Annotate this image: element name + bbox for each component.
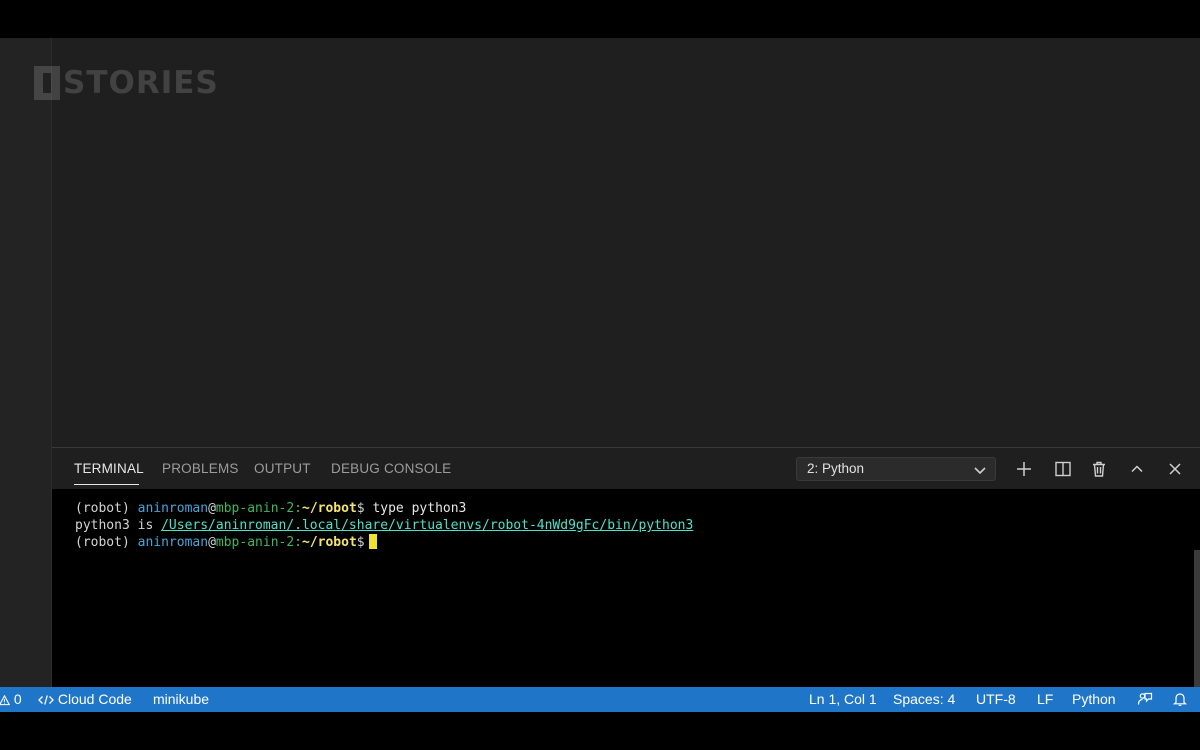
- chevron-down-icon: [974, 464, 986, 475]
- terminal-select-value: 2: Python: [807, 461, 865, 476]
- terminal-command: type python3: [372, 501, 467, 516]
- env-prefix: (robot): [75, 535, 138, 550]
- activity-bar: [0, 38, 52, 699]
- bell-icon[interactable]: [1172, 691, 1188, 708]
- tab-problems[interactable]: PROBLEMS: [162, 461, 239, 476]
- warnings-count: 0: [13, 691, 22, 707]
- terminal-scrollbar[interactable]: [1194, 550, 1200, 688]
- tab-output[interactable]: OUTPUT: [254, 461, 311, 476]
- terminal-line: (robot) aninroman@mbp-anin-2:~/robot$ ty…: [75, 500, 1200, 517]
- indentation-status[interactable]: Spaces: 4: [893, 691, 955, 707]
- output-prefix: python3 is: [75, 518, 162, 533]
- encoding-status[interactable]: UTF-8: [976, 691, 1016, 707]
- tab-terminal[interactable]: TERMINAL: [74, 461, 144, 476]
- watermark-i-box: [34, 66, 60, 100]
- eol-status[interactable]: LF: [1037, 691, 1053, 707]
- active-tab-underline: [74, 484, 139, 485]
- prompt-dollar: $: [356, 535, 365, 550]
- warnings-status[interactable]: 0: [0, 691, 22, 707]
- prompt-at: @: [208, 501, 216, 516]
- watermark-logo: STORIES: [34, 65, 219, 101]
- terminal-cursor: [368, 534, 377, 549]
- tab-debug-console[interactable]: DEBUG CONSOLE: [331, 461, 451, 476]
- code-brackets-icon: [38, 691, 58, 707]
- prompt-user: aninroman: [137, 535, 209, 550]
- status-bar: 0 Cloud Code minikube Ln 1, Col 1 Spaces…: [0, 687, 1200, 712]
- plus-icon[interactable]: [1014, 459, 1034, 479]
- cluster-status[interactable]: minikube: [153, 691, 209, 707]
- warning-icon: [0, 691, 14, 707]
- watermark-text: STORIES: [63, 65, 219, 101]
- terminal-line: python3 is /Users/aninroman/.local/share…: [75, 517, 1200, 534]
- env-prefix: (robot): [75, 501, 138, 516]
- bottom-panel: TERMINAL PROBLEMS OUTPUT DEBUG CONSOLE 2…: [52, 447, 1200, 688]
- letterbox-top: [0, 0, 1200, 38]
- prompt-path: ~/robot: [302, 535, 357, 550]
- feedback-icon[interactable]: [1137, 691, 1153, 708]
- prompt-at: @: [208, 535, 216, 550]
- split-icon[interactable]: [1053, 459, 1073, 479]
- prompt-host: mbp-anin-2:: [215, 501, 302, 516]
- chevron-up-icon[interactable]: [1127, 459, 1147, 479]
- cloud-code-status[interactable]: Cloud Code: [38, 691, 132, 707]
- terminal-line: (robot) aninroman@mbp-anin-2:~/robot$: [75, 534, 1200, 551]
- trash-icon[interactable]: [1089, 459, 1109, 479]
- language-mode[interactable]: Python: [1072, 691, 1116, 707]
- letterbox-bottom: [0, 712, 1200, 750]
- terminal-select[interactable]: 2: Python: [796, 457, 996, 481]
- cursor-position[interactable]: Ln 1, Col 1: [809, 691, 877, 707]
- prompt-user: aninroman: [137, 501, 209, 516]
- editor-area[interactable]: [52, 38, 1200, 447]
- prompt-dollar: $: [356, 501, 373, 516]
- terminal-output[interactable]: (robot) aninroman@mbp-anin-2:~/robot$ ty…: [52, 489, 1200, 688]
- panel-header: TERMINAL PROBLEMS OUTPUT DEBUG CONSOLE 2…: [52, 448, 1200, 489]
- prompt-host: mbp-anin-2:: [215, 535, 302, 550]
- python-path-link[interactable]: /Users/aninroman/.local/share/virtualenv…: [161, 518, 693, 533]
- prompt-path: ~/robot: [302, 501, 357, 516]
- cloud-code-label: Cloud Code: [57, 691, 132, 707]
- close-icon[interactable]: [1165, 459, 1185, 479]
